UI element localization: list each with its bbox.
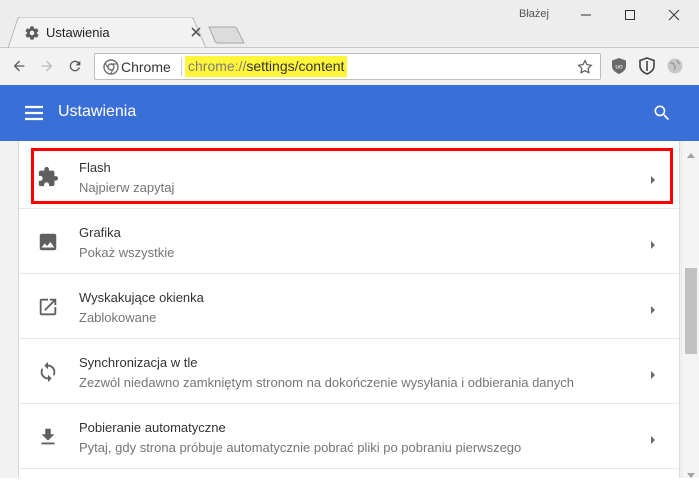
setting-row-images[interactable]: Grafika Pokaż wszystkie — [19, 209, 679, 274]
download-icon — [37, 426, 59, 448]
minimize-icon — [580, 14, 591, 16]
url-text[interactable]: chrome://settings/content — [185, 56, 348, 77]
close-window-button[interactable] — [651, 0, 696, 30]
search-icon[interactable] — [652, 103, 672, 123]
scroll-down-icon[interactable] — [687, 466, 695, 478]
bookmark-star-icon[interactable] — [576, 58, 594, 76]
tab-settings[interactable]: Ustawienia — [8, 17, 208, 48]
tab-close-icon[interactable] — [190, 26, 202, 38]
browser-toolbar: Chrome chrome://settings/content uo — [0, 48, 699, 85]
scrollbar-thumb[interactable] — [685, 268, 697, 354]
chevron-right-icon — [649, 302, 657, 314]
globe-icon[interactable] — [666, 57, 684, 75]
setting-row-background-sync[interactable]: Synchronizacja w tle Zezwól niedawno zam… — [19, 339, 679, 404]
reload-button[interactable] — [62, 53, 88, 79]
setting-title: Pobieranie automatyczne — [79, 420, 226, 435]
chevron-right-icon — [649, 367, 657, 379]
close-icon — [668, 9, 679, 21]
menu-icon[interactable] — [24, 104, 44, 122]
address-bar[interactable]: Chrome chrome://settings/content — [94, 53, 601, 80]
page-title: Ustawienia — [58, 103, 137, 120]
maximize-icon — [624, 10, 635, 20]
arrow-left-icon — [13, 60, 25, 72]
setting-title: Grafika — [79, 225, 121, 240]
minimize-button[interactable] — [563, 0, 608, 30]
url-scheme: chrome:// — [188, 58, 247, 74]
omnibox-divider — [181, 58, 182, 76]
setting-title: Synchronizacja w tle — [79, 355, 198, 370]
setting-row-popups[interactable]: Wyskakujące okienka Zablokowane — [19, 274, 679, 339]
setting-subtitle: Pokaż wszystkie — [79, 245, 175, 260]
settings-header: Ustawienia — [0, 85, 699, 141]
gear-icon — [24, 25, 40, 41]
highlight-box — [31, 148, 673, 204]
ublock-icon[interactable]: uo — [610, 57, 628, 75]
title-bar: Ustawienia Błażej — [0, 0, 699, 48]
arrow-right-icon — [41, 60, 53, 72]
content-settings-card: Flash Najpierw zapytaj Grafika Pokaż wsz… — [18, 141, 680, 478]
maximize-button[interactable] — [607, 0, 652, 30]
open-in-new-icon — [37, 296, 59, 318]
browser-window: Ustawienia Błażej Chrome chrome://settin… — [0, 0, 699, 478]
sync-icon — [37, 361, 59, 383]
vertical-scrollbar[interactable] — [681, 141, 699, 478]
shield-icon[interactable] — [638, 57, 656, 75]
profile-name[interactable]: Błażej — [519, 8, 549, 20]
site-label: Chrome — [121, 59, 171, 75]
setting-subtitle: Pytaj, gdy strona próbuje automatycznie … — [79, 440, 522, 455]
setting-subtitle: Zezwól niedawno zamkniętym stronom na do… — [79, 375, 574, 390]
image-icon — [37, 231, 59, 253]
new-tab-button[interactable] — [208, 26, 246, 44]
url-path: settings/content — [246, 58, 345, 74]
setting-title: Wyskakujące okienka — [79, 290, 204, 305]
forward-button[interactable] — [34, 53, 60, 79]
chrome-icon — [103, 59, 119, 75]
scroll-up-icon[interactable] — [687, 145, 695, 158]
svg-text:uo: uo — [615, 64, 623, 71]
setting-row-automatic-downloads[interactable]: Pobieranie automatyczne Pytaj, gdy stron… — [19, 404, 679, 469]
tab-title: Ustawienia — [46, 25, 110, 40]
chevron-right-icon — [649, 432, 657, 444]
settings-content: Flash Najpierw zapytaj Grafika Pokaż wsz… — [0, 141, 681, 478]
back-button[interactable] — [6, 53, 32, 79]
setting-subtitle: Zablokowane — [79, 310, 157, 325]
chevron-right-icon — [649, 237, 657, 249]
reload-icon — [69, 60, 81, 72]
